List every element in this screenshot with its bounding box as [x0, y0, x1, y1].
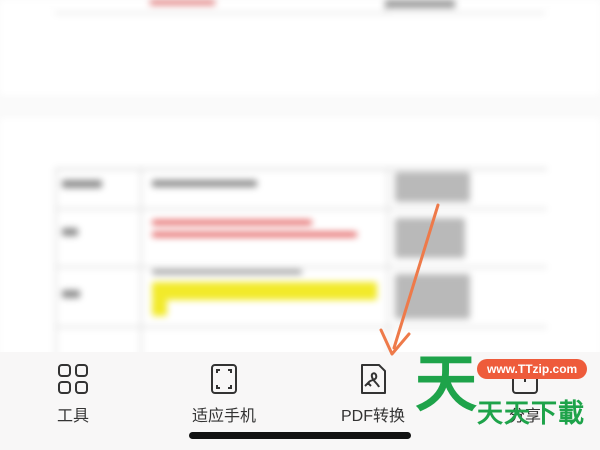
- apps-grid-icon: [58, 364, 88, 394]
- cell-blurred: [395, 274, 470, 319]
- fit-screen-icon: [211, 364, 237, 394]
- yellow-highlight-blurred: [152, 282, 377, 300]
- highlighted-text-blurred: [150, 0, 215, 5]
- table-row-divider: [57, 266, 547, 268]
- tools-button[interactable]: 工具: [56, 362, 90, 426]
- table-row-divider: [57, 208, 547, 210]
- document-table: [55, 168, 547, 360]
- watermark-url-badge: www.TTzip.com: [477, 359, 588, 379]
- header-cell-blurred: [395, 172, 470, 202]
- document-page-previous: [0, 0, 600, 95]
- header-cell-blurred: [62, 180, 102, 188]
- table-column-divider: [140, 170, 142, 360]
- table-column-divider: [387, 170, 389, 360]
- header-cell-blurred: [152, 180, 257, 187]
- pdf-convert-button[interactable]: PDF转换: [341, 362, 405, 426]
- fit-screen-button[interactable]: 适应手机: [192, 362, 256, 426]
- document-page-current: [0, 118, 600, 360]
- tools-label: 工具: [56, 408, 89, 425]
- cell-blurred: [152, 270, 302, 274]
- red-text-blurred: [152, 220, 312, 225]
- watermark-logo: 天: [415, 347, 478, 420]
- cell-blurred: [62, 228, 78, 236]
- home-indicator[interactable]: [189, 432, 411, 439]
- text-blurred: [385, 0, 455, 8]
- pdf-convert-icon: [361, 364, 386, 394]
- pdf-viewer-screen: 工具 适应手机 PDF转换 分享 天 www.TTzip.com 天天下載: [0, 0, 600, 450]
- table-row-divider: [55, 0, 545, 14]
- site-watermark: 天 www.TTzip.com 天天下載: [415, 347, 600, 430]
- table-row-divider: [57, 326, 547, 328]
- yellow-highlight-blurred: [152, 300, 167, 316]
- cell-blurred: [62, 290, 80, 298]
- watermark-site-name: 天天下載: [477, 399, 586, 429]
- red-text-blurred: [152, 232, 357, 237]
- pdf-convert-label: PDF转换: [341, 408, 406, 425]
- fit-screen-label: 适应手机: [192, 408, 257, 425]
- cell-blurred: [395, 218, 465, 258]
